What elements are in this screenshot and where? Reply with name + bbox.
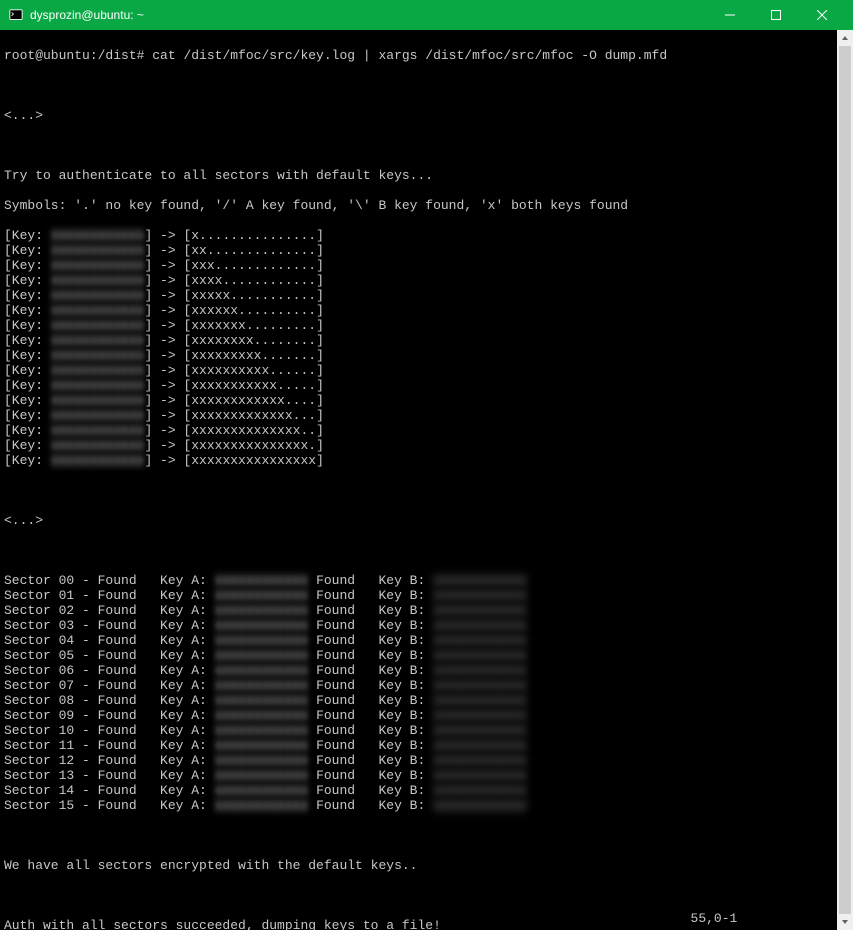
scroll-down-arrow-icon[interactable] xyxy=(837,914,853,930)
sector-found-row: Sector 07 - Found Key A: xxxxxxxxxxxx Fo… xyxy=(4,678,849,693)
sector-found-row: Sector 05 - Found Key A: xxxxxxxxxxxx Fo… xyxy=(4,648,849,663)
sector-found-row: Sector 14 - Found Key A: xxxxxxxxxxxx Fo… xyxy=(4,783,849,798)
key-progress-row: [Key: xxxxxxxxxxxx] -> [xxxxxxxx........… xyxy=(4,333,849,348)
sector-found-row: Sector 01 - Found Key A: xxxxxxxxxxxx Fo… xyxy=(4,588,849,603)
maximize-button[interactable] xyxy=(753,0,799,30)
app-icon xyxy=(8,7,24,23)
sector-found-row: Sector 04 - Found Key A: xxxxxxxxxxxx Fo… xyxy=(4,633,849,648)
key-progress-row: [Key: xxxxxxxxxxxx] -> [xxxxxxxxxxxxxx..… xyxy=(4,423,849,438)
sector-found-row: Sector 13 - Found Key A: xxxxxxxxxxxx Fo… xyxy=(4,768,849,783)
key-progress-row: [Key: xxxxxxxxxxxx] -> [xxxx............… xyxy=(4,273,849,288)
close-button[interactable] xyxy=(799,0,845,30)
sector-found-row: Sector 10 - Found Key A: xxxxxxxxxxxx Fo… xyxy=(4,723,849,738)
key-progress-row: [Key: xxxxxxxxxxxx] -> [x...............… xyxy=(4,228,849,243)
auth-attempt-line: Try to authenticate to all sectors with … xyxy=(4,168,849,183)
vertical-scrollbar[interactable] xyxy=(837,30,853,930)
sector-found-row: Sector 12 - Found Key A: xxxxxxxxxxxx Fo… xyxy=(4,753,849,768)
sector-found-row: Sector 15 - Found Key A: xxxxxxxxxxxx Fo… xyxy=(4,798,849,813)
symbols-legend-line: Symbols: '.' no key found, '/' A key fou… xyxy=(4,198,849,213)
sector-found-row: Sector 08 - Found Key A: xxxxxxxxxxxx Fo… xyxy=(4,693,849,708)
window-titlebar: dysprozin@ubuntu: ~ xyxy=(0,0,853,30)
key-progress-row: [Key: xxxxxxxxxxxx] -> [xxxxxx..........… xyxy=(4,303,849,318)
all-sectors-line: We have all sectors encrypted with the d… xyxy=(4,858,849,873)
output-ellipsis: <...> xyxy=(4,513,849,528)
key-progress-row: [Key: xxxxxxxxxxxx] -> [xxxxxxxxxxx.....… xyxy=(4,378,849,393)
terminal-output[interactable]: root@ubuntu:/dist# cat /dist/mfoc/src/ke… xyxy=(0,30,853,930)
window-title: dysprozin@ubuntu: ~ xyxy=(30,8,144,22)
key-progress-row: [Key: xxxxxxxxxxxx] -> [xxxxxxxxxxxxx...… xyxy=(4,408,849,423)
key-progress-row: [Key: xxxxxxxxxxxx] -> [xxxxxxxxxxxxxxx.… xyxy=(4,438,849,453)
sector-found-row: Sector 11 - Found Key A: xxxxxxxxxxxx Fo… xyxy=(4,738,849,753)
scroll-up-arrow-icon[interactable] xyxy=(837,30,853,46)
sector-found-row: Sector 02 - Found Key A: xxxxxxxxxxxx Fo… xyxy=(4,603,849,618)
vim-status-line: 55,0-1 All xyxy=(4,911,833,926)
output-ellipsis: <...> xyxy=(4,108,849,123)
sector-found-row: Sector 09 - Found Key A: xxxxxxxxxxxx Fo… xyxy=(4,708,849,723)
key-progress-row: [Key: xxxxxxxxxxxx] -> [xxxxx...........… xyxy=(4,288,849,303)
key-progress-row: [Key: xxxxxxxxxxxx] -> [xxxxxxxxxx......… xyxy=(4,363,849,378)
key-progress-row: [Key: xxxxxxxxxxxx] -> [xxxxxxxxx.......… xyxy=(4,348,849,363)
sector-found-row: Sector 03 - Found Key A: xxxxxxxxxxxx Fo… xyxy=(4,618,849,633)
key-progress-row: [Key: xxxxxxxxxxxx] -> [xxxxxxx.........… xyxy=(4,318,849,333)
scroll-track[interactable] xyxy=(837,46,853,914)
scroll-thumb[interactable] xyxy=(839,46,851,914)
sector-found-row: Sector 00 - Found Key A: xxxxxxxxxxxx Fo… xyxy=(4,573,849,588)
key-progress-row: [Key: xxxxxxxxxxxx] -> [xx..............… xyxy=(4,243,849,258)
shell-prompt: root@ubuntu:/dist# xyxy=(4,48,152,63)
key-progress-row: [Key: xxxxxxxxxxxx] -> [xxx.............… xyxy=(4,258,849,273)
key-progress-row: [Key: xxxxxxxxxxxx] -> [xxxxxxxxxxxx....… xyxy=(4,393,849,408)
sector-found-row: Sector 06 - Found Key A: xxxxxxxxxxxx Fo… xyxy=(4,663,849,678)
shell-command: cat /dist/mfoc/src/key.log | xargs /dist… xyxy=(152,48,667,63)
minimize-button[interactable] xyxy=(707,0,753,30)
key-progress-row: [Key: xxxxxxxxxxxx] -> [xxxxxxxxxxxxxxxx… xyxy=(4,453,849,468)
